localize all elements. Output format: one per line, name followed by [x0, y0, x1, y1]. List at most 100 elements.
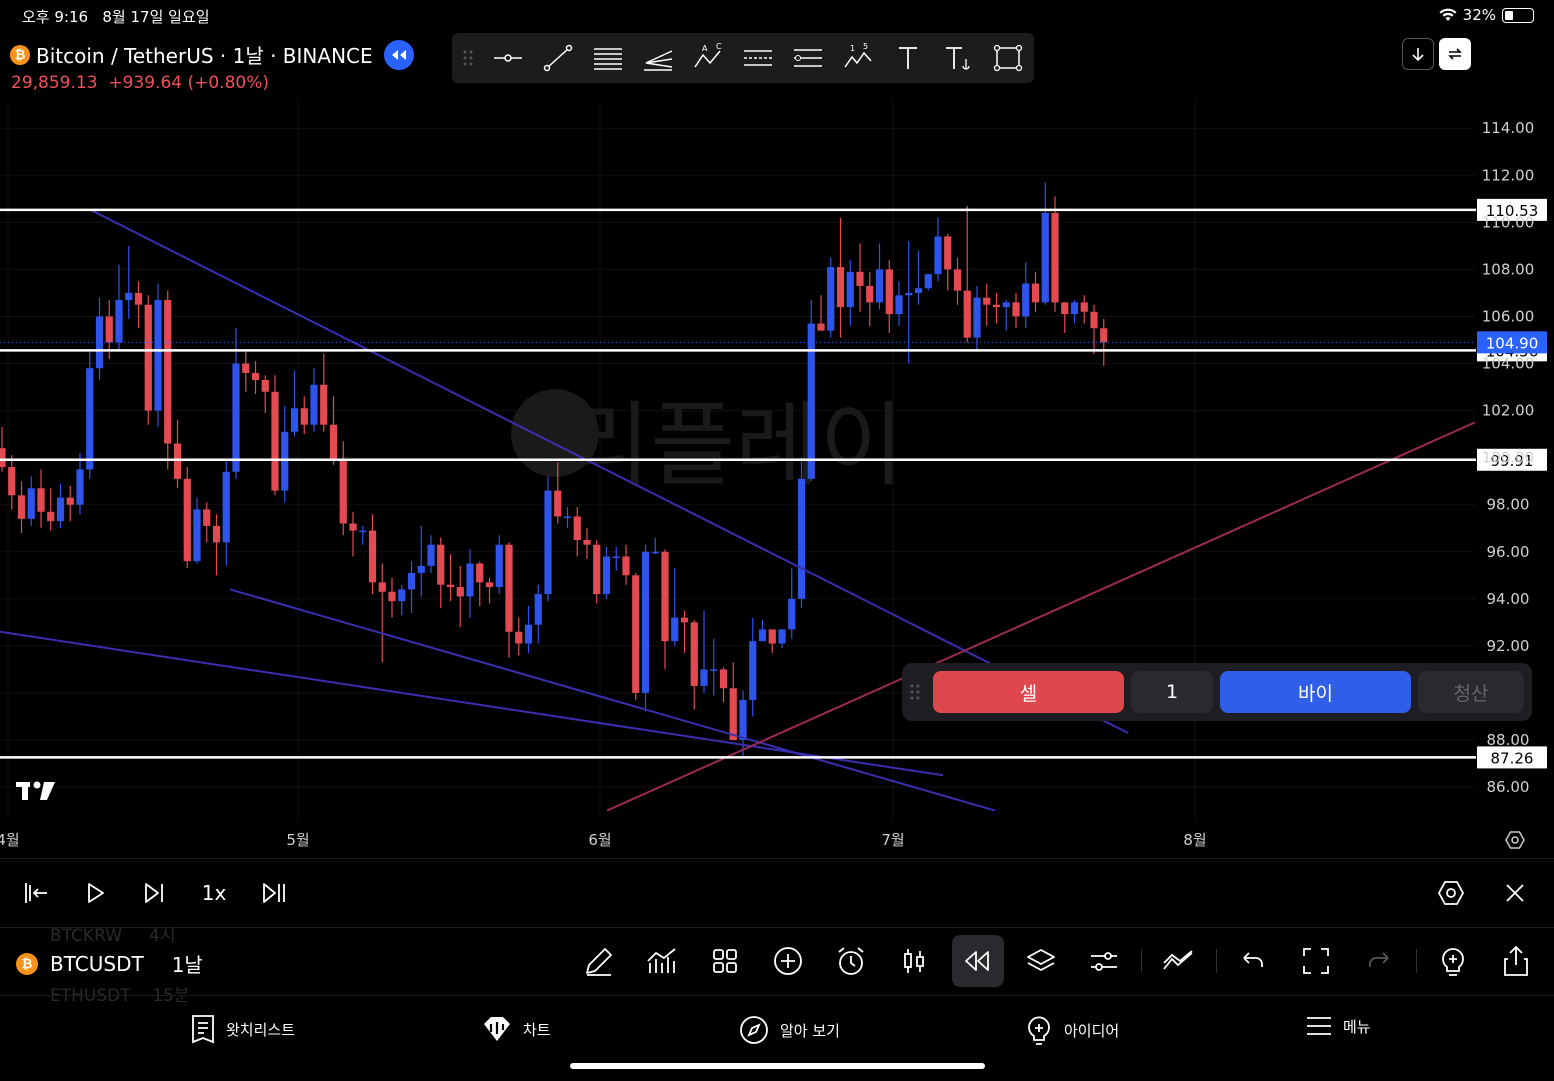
layouts-icon[interactable]: [707, 943, 743, 979]
candle-body: [524, 624, 533, 644]
price-tick-label: 100.00: [1482, 449, 1535, 467]
candle-body: [388, 591, 396, 602]
candle-body: [885, 269, 893, 315]
nav-chart[interactable]: 차트: [481, 1014, 551, 1044]
sync-button[interactable]: [1439, 38, 1471, 70]
replay-mode-button[interactable]: [384, 40, 414, 70]
replay-settings-button[interactable]: [1434, 877, 1468, 909]
symbol-switcher[interactable]: ₿ BTCUSDT 1날: [16, 949, 203, 978]
drawing-tools-icon[interactable]: [581, 943, 617, 979]
object-tree-layers-icon[interactable]: [1023, 943, 1059, 979]
anchored-text-tool-icon[interactable]: [942, 43, 974, 73]
horizontal-line-label: 87.26: [1491, 749, 1534, 767]
candle-body: [719, 669, 728, 689]
fullscreen-icon[interactable]: [1298, 943, 1334, 979]
candle-body: [1041, 212, 1049, 303]
pitchfork-tool-icon[interactable]: [642, 43, 674, 73]
quantity-field[interactable]: 1: [1131, 671, 1213, 713]
price-tick-label: 108.00: [1482, 260, 1535, 278]
add-icon[interactable]: [770, 943, 806, 979]
candle-body: [632, 575, 640, 693]
close-position-button[interactable]: 청산: [1418, 671, 1524, 713]
candle-body: [563, 516, 572, 518]
time-tick-label: 4월: [0, 831, 20, 849]
candle-body: [134, 292, 143, 305]
candle-body: [758, 629, 767, 642]
candle-body: [398, 589, 406, 602]
price-tick-label: 102.00: [1482, 402, 1535, 420]
candle-body: [310, 384, 318, 425]
buy-button[interactable]: 바이: [1220, 671, 1411, 713]
current-price-label: 104.90: [1486, 334, 1539, 352]
drag-handle-icon[interactable]: [458, 43, 478, 73]
scroll-down-button[interactable]: [1402, 38, 1434, 70]
elliott-wave-tool-icon[interactable]: 15: [842, 43, 874, 73]
abcd-pattern-tool-icon[interactable]: AC: [692, 43, 724, 73]
jump-to-realtime-button[interactable]: [258, 877, 290, 909]
redo-icon[interactable]: [1361, 943, 1397, 979]
long-position-tool-icon[interactable]: [792, 43, 824, 73]
chart-settings-icon[interactable]: [1505, 831, 1525, 849]
nav-explore[interactable]: 알아 보기: [738, 1014, 840, 1046]
candle-body: [593, 544, 601, 595]
share-icon[interactable]: [1498, 943, 1534, 979]
price-chart[interactable]: 리플레이 110.53104.5699.9187.26104.90 114.00…: [0, 95, 1554, 865]
compare-icon[interactable]: [1160, 943, 1196, 979]
candle-body: [329, 424, 338, 460]
toolbar-divider: [1416, 949, 1417, 973]
candle-body: [359, 530, 367, 533]
sell-button[interactable]: 셀: [933, 671, 1124, 713]
chart-icon: [484, 1017, 510, 1041]
trend-line-tool-icon[interactable]: [542, 43, 574, 73]
alert-icon[interactable]: [833, 943, 869, 979]
candle-body: [1061, 302, 1069, 315]
candle-body: [27, 488, 35, 519]
candle-body: [1080, 302, 1088, 312]
nav-label: 왓치리스트: [226, 1020, 296, 1039]
publish-idea-icon[interactable]: [1435, 943, 1471, 979]
candle-body: [612, 556, 620, 558]
candle-body: [983, 297, 991, 305]
indicators-icon[interactable]: [644, 943, 680, 979]
toolbar-divider: [1141, 949, 1142, 973]
candle-body: [1012, 302, 1020, 317]
price-tick-label: 92.00: [1487, 637, 1530, 655]
rectangle-tool-icon[interactable]: [992, 43, 1024, 73]
candle-body: [505, 544, 513, 632]
drawing-toolbar: AC 15: [452, 33, 1034, 83]
step-forward-button[interactable]: [138, 877, 170, 909]
horizontal-ray-tool-icon[interactable]: [492, 43, 524, 73]
nav-watchlist[interactable]: 왓치리스트: [190, 1014, 295, 1044]
status-time: 오후 9:16 8월 17일 일요일: [22, 8, 210, 26]
chart-type-candles-icon[interactable]: [896, 943, 932, 979]
candle-body: [739, 700, 747, 740]
close-replay-button[interactable]: [1500, 877, 1530, 909]
candle-body: [944, 236, 952, 270]
candle-body: [437, 544, 445, 585]
tradingview-logo: [16, 781, 55, 800]
play-button[interactable]: [80, 877, 112, 909]
drag-handle-icon[interactable]: [908, 682, 922, 702]
fib-retracement-tool-icon[interactable]: [592, 43, 624, 73]
status-right: 32%: [1439, 6, 1534, 24]
candle-body: [856, 271, 864, 286]
nav-menu[interactable]: 메뉴: [1305, 1014, 1371, 1038]
candle-body: [973, 297, 981, 338]
candle-body: [515, 631, 523, 644]
candle-body: [222, 471, 230, 543]
watchlist-icon: [192, 1015, 214, 1044]
candle-body: [602, 556, 611, 595]
chart-settings-sliders-icon[interactable]: [1086, 943, 1122, 979]
time-axis: 4월 5월 6월 7월 8월: [0, 831, 1207, 849]
text-tool-icon[interactable]: [892, 43, 924, 73]
replay-button-active[interactable]: [952, 935, 1004, 987]
date-price-range-tool-icon[interactable]: [742, 43, 774, 73]
nav-ideas[interactable]: 아이디어: [1024, 1014, 1119, 1046]
jump-to-start-button[interactable]: [20, 877, 52, 909]
speed-button[interactable]: 1x: [196, 877, 232, 909]
symbol-header[interactable]: ₿ Bitcoin / TetherUS · 1날 · BINANCE: [10, 40, 373, 69]
undo-icon[interactable]: [1235, 943, 1271, 979]
candle-body: [875, 269, 884, 303]
battery-icon: [1502, 7, 1534, 23]
candle-body: [700, 669, 708, 686]
